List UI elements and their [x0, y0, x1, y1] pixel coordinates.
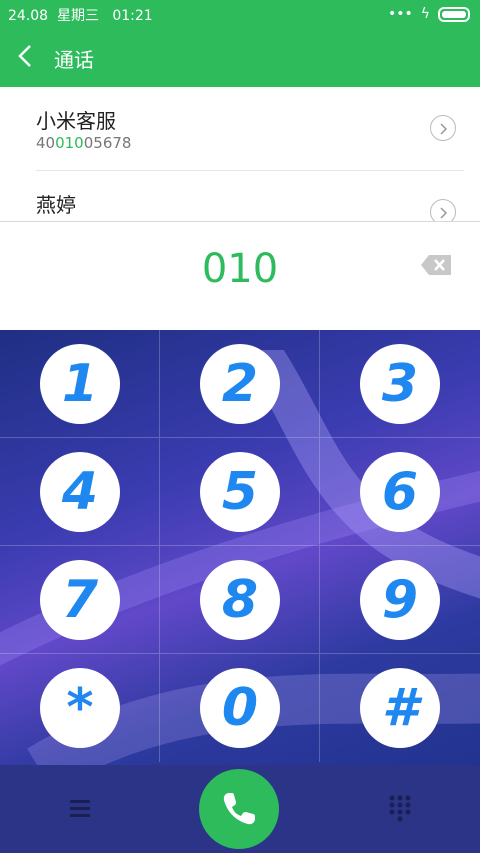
bottom-bar: [0, 765, 480, 853]
list-item[interactable]: 燕婷: [0, 171, 480, 221]
dialpad-icon: [389, 795, 411, 822]
contact-number: 4001005678: [36, 134, 132, 152]
key-6[interactable]: 6: [320, 438, 480, 546]
key-label: 1: [61, 354, 99, 414]
key-8[interactable]: 8: [160, 546, 320, 654]
status-time: 24.08 星期三 01:21: [8, 5, 153, 25]
backspace-button[interactable]: [421, 255, 451, 275]
chevron-right-icon: [440, 123, 448, 135]
chevron-left-icon: [18, 45, 31, 67]
signal-dots-icon: •••: [387, 6, 413, 22]
key-hash[interactable]: #: [320, 654, 480, 762]
key-label: 9: [381, 570, 419, 630]
key-5[interactable]: 5: [160, 438, 320, 546]
dial-keypad: 1 2 3 4 5 6 7 8 9 * 0 #: [0, 330, 480, 765]
backspace-icon: [421, 255, 451, 275]
key-label: 0: [221, 678, 259, 738]
key-9[interactable]: 9: [320, 546, 480, 654]
key-0[interactable]: 0: [160, 654, 320, 762]
key-label: #: [381, 678, 419, 738]
status-date: 24.08: [8, 8, 49, 24]
list-item[interactable]: 小米客服 4001005678: [0, 87, 480, 171]
dialed-number: 010: [201, 246, 279, 292]
status-clock: 01:21: [112, 8, 153, 24]
key-label: 5: [221, 462, 259, 522]
key-label: 7: [61, 570, 99, 630]
key-label: 2: [221, 354, 259, 414]
phone-icon: [223, 793, 255, 825]
status-bar: 24.08 星期三 01:21 ••• ϟ: [0, 0, 480, 28]
contact-detail-button[interactable]: [430, 199, 456, 221]
menu-button[interactable]: [66, 797, 94, 821]
key-label: 3: [381, 354, 419, 414]
key-3[interactable]: 3: [320, 330, 480, 438]
key-label: 4: [61, 462, 99, 522]
key-4[interactable]: 4: [0, 438, 160, 546]
contact-detail-button[interactable]: [430, 115, 456, 141]
key-label: 8: [221, 570, 259, 630]
menu-icon: [70, 800, 90, 817]
contact-name: 燕婷: [36, 193, 76, 217]
key-2[interactable]: 2: [160, 330, 320, 438]
status-weekday: 星期三: [57, 8, 99, 24]
key-1[interactable]: 1: [0, 330, 160, 438]
key-star[interactable]: *: [0, 654, 160, 762]
page-title: 通话: [54, 48, 94, 72]
key-label: *: [66, 678, 94, 738]
back-button[interactable]: [16, 40, 36, 79]
dialpad-toggle-button[interactable]: [388, 795, 412, 823]
contact-results: 小米客服 4001005678 燕婷: [0, 87, 480, 221]
app-bar: 通话: [0, 28, 480, 87]
contact-name: 小米客服: [36, 109, 116, 133]
call-button[interactable]: [199, 769, 279, 849]
dial-display: 010: [0, 221, 480, 331]
chevron-right-icon: [440, 207, 448, 219]
charging-icon: ϟ: [420, 6, 430, 22]
battery-icon: [438, 6, 470, 22]
key-label: 6: [381, 462, 419, 522]
number-match: 010: [55, 134, 84, 152]
key-7[interactable]: 7: [0, 546, 160, 654]
